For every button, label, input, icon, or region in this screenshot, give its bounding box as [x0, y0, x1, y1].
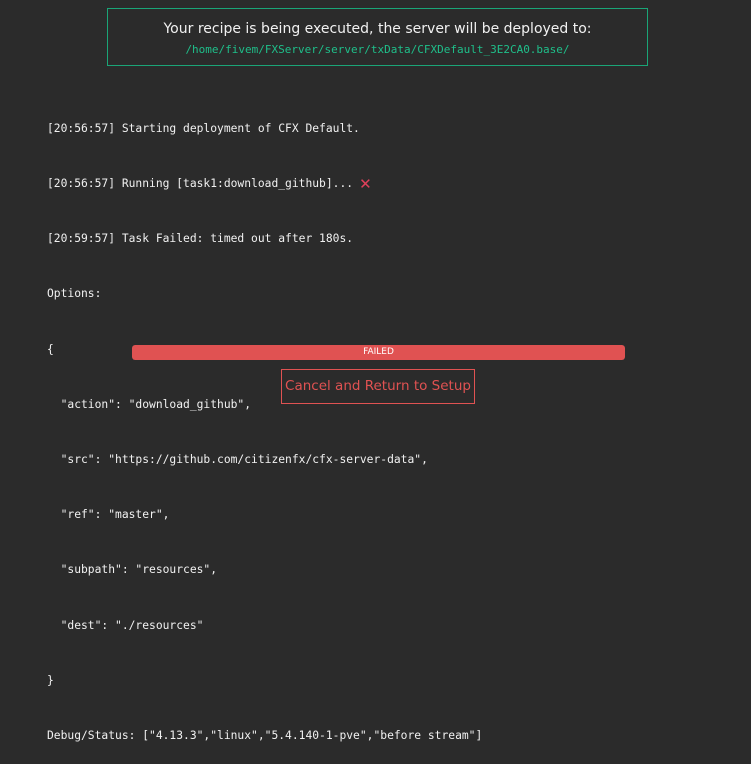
deploy-path: /home/fivem/FXServer/server/txData/CFXDe…: [185, 43, 570, 56]
deployment-log: [20:56:57] Starting deployment of CFX De…: [47, 83, 737, 764]
log-line: "ref": "master",: [47, 508, 170, 522]
close-icon: ✕: [359, 175, 372, 194]
log-line: Options:: [47, 287, 102, 301]
log-line: "src": "https://github.com/citizenfx/cfx…: [47, 453, 428, 467]
cancel-return-setup-button[interactable]: Cancel and Return to Setup: [281, 369, 475, 404]
log-line-task: [20:56:57] Running [task1:download_githu…: [47, 175, 737, 193]
progress-bar: FAILED: [132, 345, 625, 360]
log-line: "subpath": "resources",: [47, 563, 218, 577]
deploy-target-box: Your recipe is being executed, the serve…: [107, 8, 648, 66]
progress-label: FAILED: [363, 347, 394, 357]
log-line: }: [47, 673, 54, 687]
log-line: Debug/Status: ["4.13.3","linux","5.4.140…: [47, 729, 483, 743]
deploy-title: Your recipe is being executed, the serve…: [163, 21, 592, 37]
log-line: "dest": "./resources": [47, 618, 204, 632]
log-line: [20:56:57] Starting deployment of CFX De…: [47, 121, 360, 135]
log-line: [20:59:57] Task Failed: timed out after …: [47, 232, 354, 246]
log-line-text: [20:56:57] Running [task1:download_githu…: [47, 177, 354, 191]
